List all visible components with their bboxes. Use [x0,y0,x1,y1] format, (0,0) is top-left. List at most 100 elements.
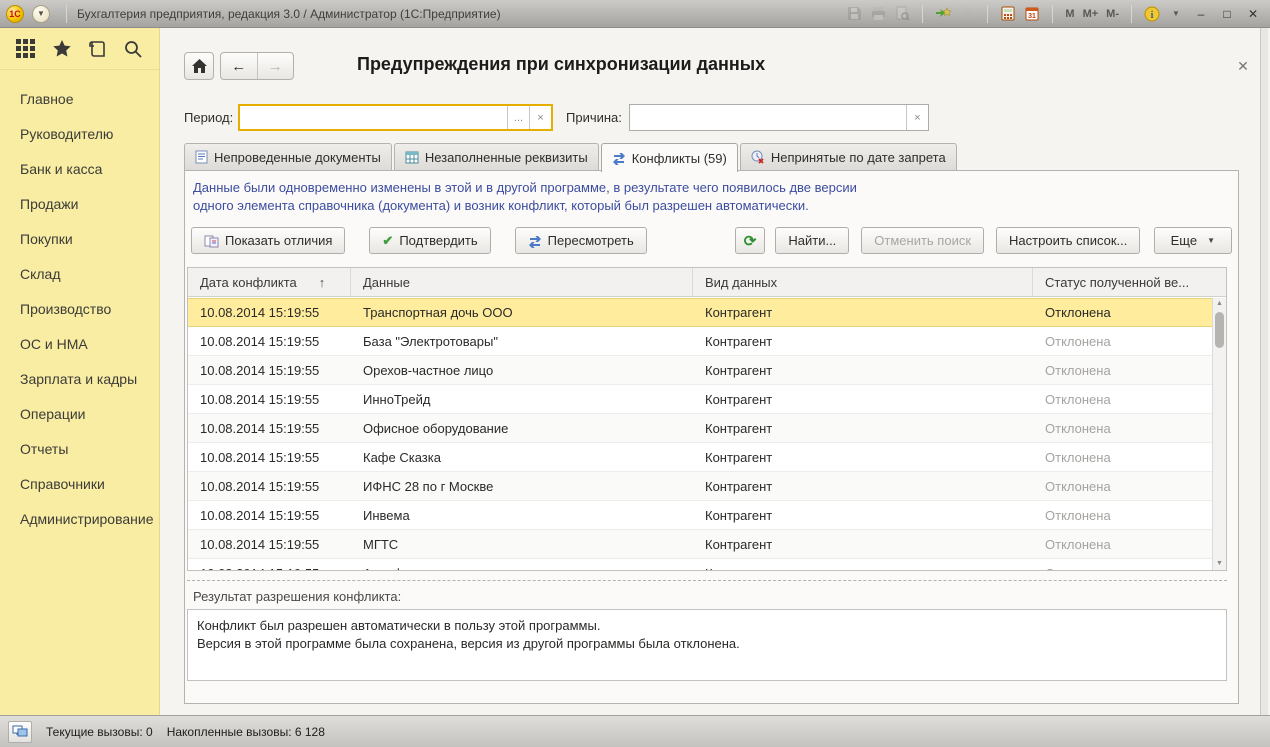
table-row[interactable]: 10.08.2014 15:19:55 Орехов-частное лицо … [188,356,1212,385]
sidebar-item-pokupki[interactable]: Покупки [0,222,159,257]
form-scroll-strip[interactable] [1260,28,1268,715]
favorites-icon[interactable] [957,4,977,24]
form-close-icon[interactable]: ✕ [1233,56,1253,76]
scroll-down-icon[interactable]: ▼ [1213,558,1226,570]
calculator-icon[interactable] [998,4,1018,24]
cancel-search-button[interactable]: Отменить поиск [861,227,984,254]
cell-date: 10.08.2014 15:19:55 [188,299,351,326]
period-label: Период: [184,110,233,125]
column-header-kind[interactable]: Вид данных [693,268,1033,296]
table-row[interactable]: 10.08.2014 15:19:55 Офисное оборудование… [188,414,1212,443]
sidebar-item-glavnoe[interactable]: Главное [0,82,159,117]
tab-neprinyatye-po-date-zapreta[interactable]: Непринятые по дате запрета [740,143,957,170]
sidebar-item-bank-i-kassa[interactable]: Банк и касса [0,152,159,187]
approve-button[interactable]: ✔ Подтвердить [369,227,490,254]
tab-konflikty[interactable]: Конфликты (59) [601,143,738,172]
cell-kind: Контрагент [693,414,1033,442]
sidebar-item-proizvodstvo[interactable]: Производство [0,292,159,327]
column-header-data[interactable]: Данные [351,268,693,296]
section-sidebar: Главное Руководителю Банк и касса Продаж… [0,28,160,715]
tab-label: Конфликты (59) [632,151,727,166]
tab-label: Непроведенные документы [214,150,381,165]
reason-input[interactable] [630,105,906,130]
add-favorite-icon[interactable] [933,4,953,24]
period-input[interactable] [240,106,507,129]
memory-m-plus-button[interactable]: M+ [1081,8,1101,20]
sidebar-item-os-i-nma[interactable]: ОС и НМА [0,327,159,362]
table-row-partial[interactable]: 10.08.2014 15:19:55 Аэроф Контрагент Отк… [188,559,1212,570]
scrollbar-thumb[interactable] [1215,312,1224,348]
cell-data: Офисное оборудование [351,414,693,442]
cell-date: 10.08.2014 15:19:55 [188,414,351,442]
sidebar-item-rukovoditelyu[interactable]: Руководителю [0,117,159,152]
period-choose-button[interactable]: ... [507,106,529,129]
table-scrollbar[interactable]: ▲ ▼ [1212,298,1226,570]
home-button[interactable] [184,52,214,80]
cell-status: Отклонена [1033,299,1212,326]
panel-splitter[interactable] [187,580,1227,581]
tab-label: Незаполненные реквизиты [425,150,588,165]
tab-bar: Непроведенные документы Незаполненные ре… [184,143,959,171]
sidebar-item-zarplata-i-kadry[interactable]: Зарплата и кадры [0,362,159,397]
scroll-up-icon[interactable]: ▲ [1213,298,1226,310]
sidebar-item-prodazhi[interactable]: Продажи [0,187,159,222]
main-menu-button[interactable]: ▼ [32,5,50,23]
cell-date: 10.08.2014 15:19:55 [188,443,351,471]
more-button[interactable]: Еще ▼ [1154,227,1232,254]
show-differences-button[interactable]: Показать отличия [191,227,345,254]
sidebar-item-administrirovanie[interactable]: Администрирование [0,502,159,537]
result-line1: Конфликт был разрешен автоматически в по… [197,617,1217,635]
info-dropdown-icon[interactable]: ▼ [1166,4,1186,24]
table-row[interactable]: 10.08.2014 15:19:55 Транспортная дочь ОО… [188,298,1212,327]
close-button[interactable]: ✕ [1242,4,1264,24]
refresh-button[interactable]: ⟳ [735,227,766,254]
calendar-icon[interactable]: 31 [1022,4,1042,24]
cell-status: Отклонена [1033,559,1212,570]
table-row[interactable]: 10.08.2014 15:19:55 Инвема Контрагент От… [188,501,1212,530]
cell-status: Отклонена [1033,327,1212,355]
review-button[interactable]: Пересмотреть [515,227,647,254]
table-row[interactable]: 10.08.2014 15:19:55 МГТС Контрагент Откл… [188,530,1212,559]
print-preview-icon[interactable] [892,4,912,24]
forward-button[interactable]: → [258,53,294,79]
memory-m-button[interactable]: M [1063,8,1076,20]
conflict-info-line2: одного элемента справочника (документа) … [193,198,809,213]
window-titlebar: 1С ▼ Бухгалтерия предприятия, редакция 3… [0,0,1270,28]
search-icon[interactable] [121,37,145,61]
configure-list-button[interactable]: Настроить список... [996,227,1140,254]
cell-data: Аэроф [351,559,693,570]
print-icon[interactable] [868,4,888,24]
period-clear-button[interactable]: × [529,106,551,129]
back-button[interactable]: ← [221,53,258,79]
cell-data: Кафе Сказка [351,443,693,471]
chevron-down-icon: ▼ [1207,236,1215,245]
sections-menu-icon[interactable] [14,37,38,61]
maximize-button[interactable]: □ [1216,4,1238,24]
column-header-status[interactable]: Статус полученной ве... [1033,268,1226,296]
table-body: 10.08.2014 15:19:55 Транспортная дочь ОО… [188,298,1212,570]
info-icon[interactable]: i [1142,4,1162,24]
table-row[interactable]: 10.08.2014 15:19:55 ИФНС 28 по г Москве … [188,472,1212,501]
column-label: Дата конфликта [200,275,297,290]
sort-ascending-icon: ↑ [319,275,326,290]
cell-kind: Контрагент [693,472,1033,500]
sidebar-item-spravochniki[interactable]: Справочники [0,467,159,502]
tab-neprovedennye-dokumenty[interactable]: Непроведенные документы [184,143,392,170]
reason-clear-button[interactable]: × [906,105,928,130]
minimize-button[interactable]: – [1190,4,1212,24]
table-row[interactable]: 10.08.2014 15:19:55 Кафе Сказка Контраге… [188,443,1212,472]
sidebar-item-otchety[interactable]: Отчеты [0,432,159,467]
tab-nezapolnennye-rekvizity[interactable]: Незаполненные реквизиты [394,143,599,170]
memory-m-minus-button[interactable]: M- [1104,8,1121,20]
find-button[interactable]: Найти... [775,227,849,254]
save-icon[interactable] [844,4,864,24]
favorites-star-icon[interactable] [50,37,74,61]
sidebar-item-operacii[interactable]: Операции [0,397,159,432]
history-icon[interactable] [85,37,109,61]
sidebar-item-sklad[interactable]: Склад [0,257,159,292]
server-calls-icon[interactable] [8,721,32,743]
conflict-info-line1: Данные были одновременно изменены в этой… [193,180,857,195]
table-row[interactable]: 10.08.2014 15:19:55 База "Электротовары"… [188,327,1212,356]
column-header-date[interactable]: Дата конфликта ↑ [188,268,351,296]
table-row[interactable]: 10.08.2014 15:19:55 ИнноТрейд Контрагент… [188,385,1212,414]
